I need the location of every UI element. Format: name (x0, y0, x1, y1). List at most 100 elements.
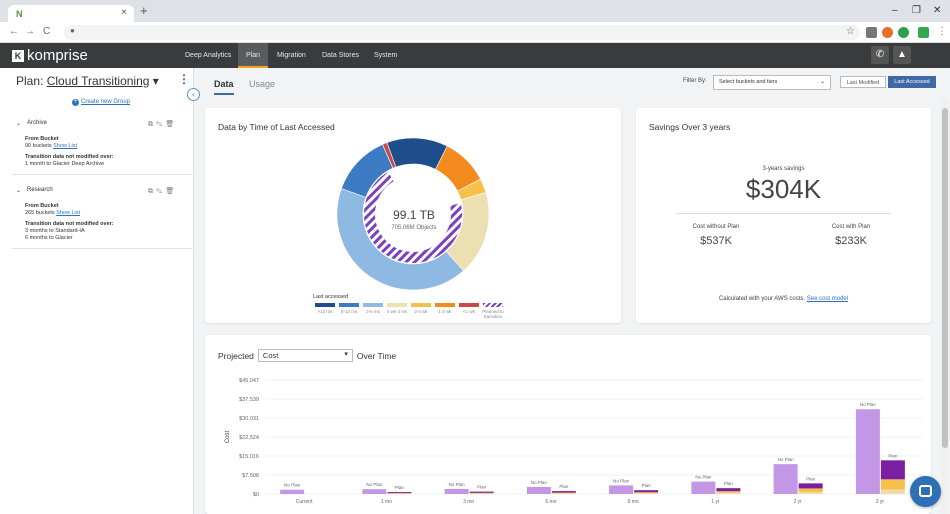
legend-swatch (459, 303, 479, 307)
address-bar[interactable]: ● (64, 25, 860, 40)
bar-no-plan[interactable] (691, 481, 716, 494)
nav-system[interactable]: System (366, 43, 405, 68)
kebab-menu-icon[interactable]: ⋮ (178, 72, 190, 86)
bar-plan-segment[interactable] (880, 460, 905, 480)
bar-no-plan[interactable] (362, 489, 387, 494)
logo-mark-icon: K (12, 49, 24, 62)
bar-plan-segment[interactable] (634, 492, 659, 494)
browser-menu-icon[interactable]: ⋮ (937, 26, 947, 37)
projected-bar-chart[interactable]: $45,047 $37,539 $30,031 $22,524 $15,016 $7,50… (205, 365, 931, 514)
group-name[interactable]: Archive (27, 120, 47, 126)
tab-usage[interactable]: Usage (249, 79, 275, 89)
bar-plan-segment[interactable] (798, 488, 823, 492)
extension-icon[interactable] (898, 27, 909, 38)
edit-icon[interactable]: ✎ (156, 121, 165, 128)
filter-select[interactable]: Select buckets and tiers ⌄ (713, 75, 831, 90)
cost-model-link[interactable]: See cost model (807, 296, 848, 302)
extension-icon[interactable] (882, 27, 893, 38)
tab-data[interactable]: Data (214, 79, 234, 95)
restore-icon[interactable]: ❐ (912, 5, 921, 16)
chevron-down-icon: ▾ (344, 351, 348, 358)
cost-without-label: Cost without Plan (692, 224, 740, 230)
phone-icon[interactable]: ✆ (871, 46, 889, 64)
savings-amount: $304K (745, 174, 822, 204)
projected-cost-card: Projected Cost ▾ Over Time $45,047 $37,53… (205, 335, 931, 514)
bar-plan-segment[interactable] (551, 492, 576, 494)
show-list-link[interactable]: Show List (56, 210, 80, 216)
bar-plan-segment[interactable] (634, 493, 659, 494)
chevron-down-icon[interactable]: ▾ (153, 74, 159, 88)
filter-label: Filter By: (683, 78, 707, 84)
nav-plan[interactable]: Plan (238, 43, 269, 68)
bar-no-plan[interactable] (773, 464, 798, 494)
bar-plan-segment[interactable] (469, 491, 494, 493)
bar-plan-segment[interactable] (716, 492, 741, 494)
chevron-down-icon[interactable]: ⌄ (16, 187, 21, 194)
collapse-sidebar-icon[interactable]: ‹ (187, 88, 200, 101)
copy-icon[interactable]: ⧉ (148, 188, 156, 195)
bar-plan-segment[interactable] (798, 491, 823, 494)
extension-icon[interactable] (866, 27, 877, 38)
chevron-down-icon[interactable]: ⌄ (16, 120, 21, 127)
shield-icon[interactable] (918, 27, 929, 38)
bar-no-plan[interactable] (526, 486, 551, 494)
bar-no-plan[interactable] (609, 485, 634, 494)
nav-data-stores[interactable]: Data Stores (314, 43, 367, 68)
bar-plan-segment[interactable] (634, 490, 659, 493)
bar-plan-segment[interactable] (880, 489, 905, 494)
donut-legend: Last accessed >12 ms 6-12 ms 3-6 ms 4 wk-3 … (313, 294, 533, 319)
browser-tab[interactable]: N × (8, 5, 134, 22)
bucket-count: 265 buckets (25, 210, 55, 216)
bar-no-plan[interactable] (280, 489, 305, 494)
show-list-link[interactable]: Show List (53, 143, 77, 149)
legend-item: 2-4 wk (409, 303, 433, 314)
legend-item: <1 wk (457, 303, 481, 314)
star-icon[interactable]: ☆ (846, 26, 855, 37)
create-group-link[interactable]: + Create new Group (72, 99, 130, 106)
bar-plan-segment[interactable] (716, 488, 741, 492)
savings-note: Calculated with your AWS costs. See cost… (636, 296, 931, 302)
bar-no-plan[interactable] (855, 409, 880, 494)
bar-plan-segment[interactable] (798, 483, 823, 489)
legend-swatch (363, 303, 383, 307)
close-tab-icon[interactable]: × (121, 7, 127, 18)
bar-plan-segment[interactable] (387, 492, 412, 494)
close-window-icon[interactable]: ✕ (933, 5, 941, 16)
edit-icon[interactable]: ✎ (156, 188, 165, 195)
forward-icon[interactable]: → (25, 26, 35, 37)
bar-plan-segment[interactable] (469, 493, 494, 494)
trash-icon[interactable]: 🗑 (165, 121, 177, 128)
plan-title[interactable]: Plan: Cloud Transitioning ▾ (16, 74, 159, 88)
bar-plan-segment[interactable] (551, 491, 576, 493)
metric-select[interactable]: Cost ▾ (257, 349, 353, 362)
scrollbar[interactable] (941, 98, 949, 514)
x-tick-label: 1 mo (381, 499, 392, 505)
bar-label: No Plan (613, 478, 630, 483)
komprise-logo[interactable]: K komprise (12, 47, 88, 64)
savings-label: 3-years savings (762, 166, 805, 172)
bar-plan-segment[interactable] (387, 493, 412, 494)
toggle-last-modified[interactable]: Last Modified (840, 76, 886, 88)
bar-no-plan[interactable] (444, 488, 469, 494)
bell-icon[interactable]: ▲ (893, 46, 911, 64)
nav-deep-analytics[interactable]: Deep Analytics (177, 43, 239, 68)
chat-button[interactable] (910, 476, 941, 507)
group-name[interactable]: Research (27, 187, 53, 193)
reload-icon[interactable]: C (43, 26, 50, 37)
trash-icon[interactable]: 🗑 (165, 188, 177, 195)
metric-value: Cost (262, 351, 279, 360)
scrollbar-thumb[interactable] (942, 108, 948, 448)
plan-name[interactable]: Cloud Transitioning (47, 74, 150, 88)
card-title: Data by Time of Last Accessed (218, 122, 335, 132)
bar-plan-segment[interactable] (551, 493, 576, 494)
bar-plan-segment[interactable] (716, 491, 741, 493)
projected-suffix: Over Time (356, 350, 397, 361)
minimize-icon[interactable]: – (892, 5, 898, 16)
bar-plan-segment[interactable] (469, 492, 494, 494)
back-icon[interactable]: ← (9, 26, 19, 37)
new-tab-icon[interactable]: + (140, 3, 148, 18)
copy-icon[interactable]: ⧉ (148, 121, 156, 128)
toggle-last-accessed[interactable]: Last Accessed (888, 76, 936, 88)
bar-plan-segment[interactable] (880, 479, 905, 490)
nav-migration[interactable]: Migration (269, 43, 314, 68)
